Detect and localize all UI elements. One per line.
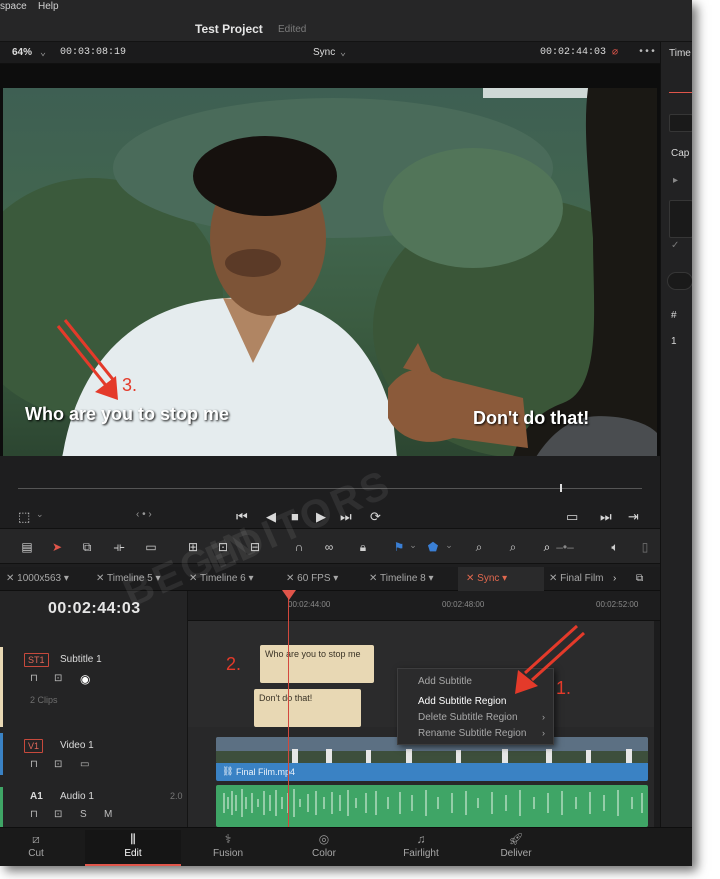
annotation-arrows: [56, 319, 586, 694]
annotation-step-2: 2.: [226, 654, 242, 674]
resolve-window: space Help Test Project Edited 64% ⌄ 00:…: [0, 0, 692, 866]
annotation-step-1: 1.: [556, 678, 572, 698]
annotation-step-3: 3.: [122, 375, 138, 395]
